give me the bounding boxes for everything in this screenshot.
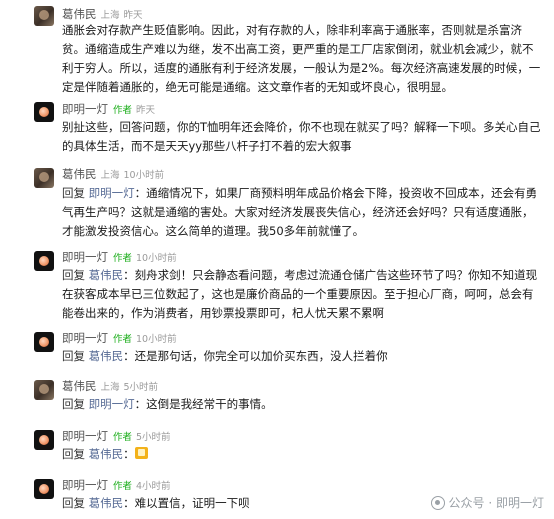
location: 上海 <box>100 170 120 181</box>
author-avatar-ming[interactable] <box>34 479 54 499</box>
comment-body[interactable]: 回复 葛伟民： <box>62 445 544 464</box>
author-avatar-ming[interactable] <box>34 430 54 450</box>
reply-prefix: 回复 <box>62 496 85 510</box>
commenter-name[interactable]: 即明一灯 <box>62 331 108 345</box>
author-avatar-ming[interactable] <box>34 251 54 271</box>
commenter-name[interactable]: 即明一灯 <box>62 429 108 443</box>
timestamp: 昨天 <box>136 105 156 116</box>
commenter-name[interactable]: 葛伟民 <box>62 7 97 21</box>
comment-body[interactable]: 通胀会对存款产生贬值影响。因此，对有存款的人，除非利率高于通胀率，否则就是杀富济… <box>62 21 544 97</box>
comment-text: 这倒是我经常干的事情。 <box>146 397 273 411</box>
comment-meta: 即明一灯 作者 昨天 <box>62 101 155 117</box>
comment-text: 还是那句话，你完全可以加价买东西，没人拦着你 <box>134 349 388 363</box>
comment-meta: 葛伟民 上海 昨天 <box>62 6 143 22</box>
timestamp: 5小时前 <box>123 382 159 393</box>
user-avatar-wei[interactable] <box>34 380 54 400</box>
watermark-text: 公众号 · 即明一灯 <box>448 496 544 510</box>
comment-meta: 即明一灯 作者 10小时前 <box>62 330 177 346</box>
author-tag: 作者 <box>113 334 133 345</box>
author-tag: 作者 <box>113 105 133 116</box>
reply-to-name[interactable]: 葛伟民 <box>89 268 124 282</box>
timestamp: 昨天 <box>123 10 143 21</box>
comment-text: 通胀会对存款产生贬值影响。因此，对有存款的人，除非利率高于通胀率，否则就是杀富济… <box>62 23 541 94</box>
comment-body[interactable]: 回复 葛伟民：刻舟求剑！只会静态看问题，考虑过流通仓储广告这些环节了吗？你知不知… <box>62 266 544 323</box>
reply-to-name[interactable]: 葛伟民 <box>89 496 124 510</box>
location: 上海 <box>100 382 120 393</box>
comment-body[interactable]: 别扯这些，回答问题，你的T恤明年还会降价，你不也现在就买了吗？解释一下呗。多关心… <box>62 118 544 156</box>
location: 上海 <box>100 10 120 21</box>
comment-meta: 即明一灯 作者 10小时前 <box>62 249 177 265</box>
reply-prefix: 回复 <box>62 397 85 411</box>
comment-text: 刻舟求剑！只会静态看问题，考虑过流通仓储广告这些环节了吗？你知不知道现在获客成本… <box>62 268 538 320</box>
comment-body[interactable]: 回复 即明一灯：通缩情况下，如果厂商预料明年成品价格会下降，投资收不回成本，还会… <box>62 184 544 241</box>
author-tag: 作者 <box>113 253 133 264</box>
timestamp: 10小时前 <box>123 170 165 181</box>
comment-meta: 即明一灯 作者 5小时前 <box>62 428 171 444</box>
author-avatar-ming[interactable] <box>34 102 54 122</box>
comment-body[interactable]: 回复 即明一灯：这倒是我经常干的事情。 <box>62 395 544 414</box>
commenter-name[interactable]: 即明一灯 <box>62 102 108 116</box>
thumbs-up-emoji-icon <box>134 447 148 459</box>
timestamp: 10小时前 <box>136 253 177 264</box>
comment-text: 难以置信，证明一下呗 <box>134 496 250 510</box>
reply-prefix: 回复 <box>62 268 85 282</box>
timestamp: 5小时前 <box>136 432 171 443</box>
reply-to-name[interactable]: 葛伟民 <box>89 349 124 363</box>
commenter-name[interactable]: 葛伟民 <box>62 167 97 181</box>
author-tag: 作者 <box>113 481 133 492</box>
comment-meta: 即明一灯 作者 4小时前 <box>62 477 171 493</box>
reply-to-name[interactable]: 即明一灯 <box>89 186 135 200</box>
reply-to-name[interactable]: 葛伟民 <box>89 447 124 461</box>
user-avatar-wei[interactable] <box>34 168 54 188</box>
wechat-official-account-icon <box>430 495 445 510</box>
comment-meta: 葛伟民 上海 10小时前 <box>62 166 164 182</box>
timestamp: 4小时前 <box>136 481 171 492</box>
reply-to-name[interactable]: 即明一灯 <box>89 397 135 411</box>
author-avatar-ming[interactable] <box>34 332 54 352</box>
reply-prefix: 回复 <box>62 349 85 363</box>
comment-meta: 葛伟民 上海 5小时前 <box>62 378 158 394</box>
commenter-name[interactable]: 即明一灯 <box>62 478 108 492</box>
commenter-name[interactable]: 即明一灯 <box>62 250 108 264</box>
watermark: 公众号 · 即明一灯 <box>430 494 544 511</box>
comment-body[interactable]: 回复 葛伟民：还是那句话，你完全可以加价买东西，没人拦着你 <box>62 347 544 366</box>
comment-text: 别扯这些，回答问题，你的T恤明年还会降价，你不也现在就买了吗？解释一下呗。多关心… <box>62 120 541 153</box>
author-tag: 作者 <box>113 432 133 443</box>
reply-prefix: 回复 <box>62 186 85 200</box>
user-avatar-wei[interactable] <box>34 6 54 26</box>
timestamp: 10小时前 <box>136 334 177 345</box>
commenter-name[interactable]: 葛伟民 <box>62 379 97 393</box>
reply-prefix: 回复 <box>62 447 85 461</box>
